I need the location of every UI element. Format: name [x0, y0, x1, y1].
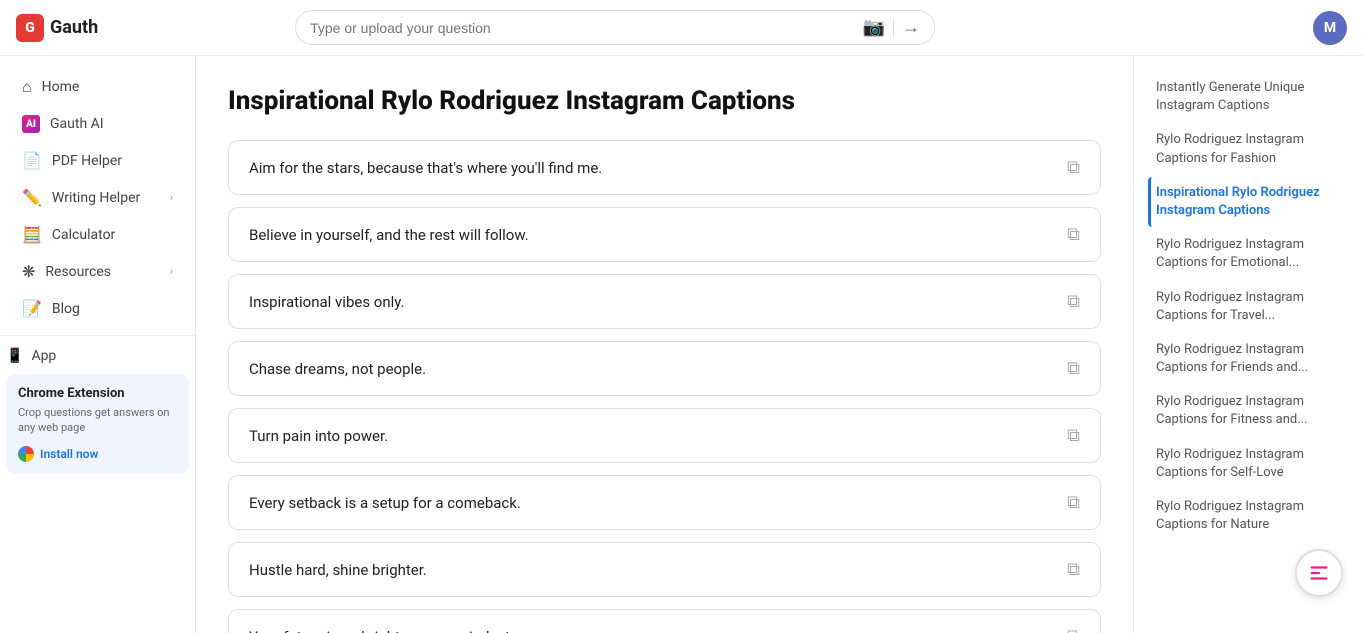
sidebar-item-gauth-ai[interactable]: AI Gauth AI	[6, 106, 189, 142]
toc-item[interactable]: Rylo Rodriguez Instagram Captions for Fi…	[1148, 386, 1349, 436]
copy-icon[interactable]: ⧉	[1067, 291, 1080, 312]
toc-item[interactable]: Rylo Rodriguez Instagram Captions for Se…	[1148, 439, 1349, 489]
caption-item: Your future is as bright as your mindset…	[228, 609, 1101, 633]
toc-item[interactable]: Rylo Rodriguez Instagram Captions for Fr…	[1148, 334, 1349, 384]
toc-item[interactable]: Rylo Rodriguez Instagram Captions for Na…	[1148, 491, 1349, 541]
submit-arrow-icon[interactable]: →	[902, 17, 920, 38]
main-content: Inspirational Rylo Rodriguez Instagram C…	[196, 56, 1133, 633]
search-input[interactable]	[310, 20, 855, 36]
chevron-right-icon: ›	[170, 265, 173, 278]
caption-text: Believe in yourself, and the rest will f…	[249, 226, 1055, 244]
caption-item: Hustle hard, shine brighter. ⧉	[228, 542, 1101, 597]
copy-icon[interactable]: ⧉	[1067, 358, 1080, 379]
toc-item[interactable]: Rylo Rodriguez Instagram Captions for Em…	[1148, 229, 1349, 279]
logo[interactable]: G Gauth	[16, 14, 98, 42]
sidebar-item-label: Calculator	[52, 227, 115, 243]
calculator-icon: 🧮	[22, 225, 42, 244]
sidebar: ⌂ Home AI Gauth AI 📄 PDF Helper ✏️ Writi…	[0, 56, 196, 633]
search-bar[interactable]: 📷 →	[295, 10, 935, 45]
pdf-icon: 📄	[22, 151, 42, 170]
chrome-icon	[18, 446, 34, 462]
caption-item: Turn pain into power. ⧉	[228, 408, 1101, 463]
toc-panel: Instantly Generate Unique Instagram Capt…	[1133, 56, 1363, 633]
home-icon: ⌂	[22, 77, 32, 97]
sidebar-divider	[0, 335, 195, 336]
caption-item: Aim for the stars, because that's where …	[228, 140, 1101, 195]
sidebar-item-pdf-helper[interactable]: 📄 PDF Helper	[6, 142, 189, 179]
copy-icon[interactable]: ⧉	[1067, 224, 1080, 245]
chrome-ext-title: Chrome Extension	[18, 386, 177, 401]
caption-item: Believe in yourself, and the rest will f…	[228, 207, 1101, 262]
page-title: Inspirational Rylo Rodriguez Instagram C…	[228, 86, 1101, 116]
writing-icon: ✏️	[22, 188, 42, 207]
sidebar-item-home[interactable]: ⌂ Home	[6, 68, 189, 106]
header-right: M	[1313, 11, 1347, 45]
sidebar-item-label: Writing Helper	[52, 190, 140, 206]
toc-item[interactable]: Rylo Rodriguez Instagram Captions for Tr…	[1148, 282, 1349, 332]
caption-text: Hustle hard, shine brighter.	[249, 561, 1055, 579]
sidebar-item-label: Gauth AI	[50, 116, 104, 132]
sidebar-item-blog[interactable]: 📝 Blog	[6, 290, 189, 327]
app-text: App	[31, 348, 56, 364]
sidebar-item-calculator[interactable]: 🧮 Calculator	[6, 216, 189, 253]
gauth-ai-icon: AI	[22, 115, 40, 133]
logo-text: Gauth	[50, 17, 98, 38]
sidebar-item-label: Resources	[45, 264, 111, 280]
sidebar-item-label: Home	[42, 79, 80, 95]
avatar[interactable]: M	[1313, 11, 1347, 45]
toc-item[interactable]: Instantly Generate Unique Instagram Capt…	[1148, 72, 1349, 122]
main-layout: ⌂ Home AI Gauth AI 📄 PDF Helper ✏️ Writi…	[0, 56, 1363, 633]
caption-text: Aim for the stars, because that's where …	[249, 159, 1055, 177]
header: G Gauth 📷 → M	[0, 0, 1363, 56]
copy-icon[interactable]: ⧉	[1067, 626, 1080, 633]
camera-icon[interactable]: 📷	[863, 17, 885, 38]
app-section-label: 📱 App	[0, 344, 195, 368]
install-button[interactable]: Install now	[18, 446, 177, 462]
chrome-extension-card: Chrome Extension Crop questions get answ…	[6, 374, 189, 474]
sidebar-item-label: PDF Helper	[52, 153, 122, 169]
caption-text: Your future is as bright as your mindset…	[249, 628, 1055, 633]
toc-item[interactable]: Inspirational Rylo Rodriguez Instagram C…	[1148, 177, 1349, 227]
float-button[interactable]	[1295, 549, 1343, 597]
caption-text: Turn pain into power.	[249, 427, 1055, 445]
caption-item: Chase dreams, not people. ⧉	[228, 341, 1101, 396]
copy-icon[interactable]: ⧉	[1067, 157, 1080, 178]
toc-item[interactable]: Rylo Rodriguez Instagram Captions for Fa…	[1148, 124, 1349, 174]
chrome-ext-desc: Crop questions get answers on any web pa…	[18, 405, 177, 436]
caption-item: Every setback is a setup for a comeback.…	[228, 475, 1101, 530]
chevron-right-icon: ›	[170, 191, 173, 204]
caption-list: Aim for the stars, because that's where …	[228, 140, 1101, 633]
copy-icon[interactable]: ⧉	[1067, 425, 1080, 446]
logo-icon: G	[16, 14, 44, 42]
caption-text: Chase dreams, not people.	[249, 360, 1055, 378]
copy-icon[interactable]: ⧉	[1067, 559, 1080, 580]
copy-icon[interactable]: ⧉	[1067, 492, 1080, 513]
caption-text: Every setback is a setup for a comeback.	[249, 494, 1055, 512]
install-label: Install now	[40, 447, 98, 461]
sidebar-item-resources[interactable]: ❋ Resources ›	[6, 253, 189, 290]
sidebar-item-label: Blog	[52, 301, 80, 317]
caption-item: Inspirational vibes only. ⧉	[228, 274, 1101, 329]
caption-text: Inspirational vibes only.	[249, 293, 1055, 311]
app-icon: 📱	[6, 348, 23, 364]
blog-icon: 📝	[22, 299, 42, 318]
search-divider	[893, 18, 894, 38]
sidebar-item-writing-helper[interactable]: ✏️ Writing Helper ›	[6, 179, 189, 216]
resources-icon: ❋	[22, 262, 35, 281]
